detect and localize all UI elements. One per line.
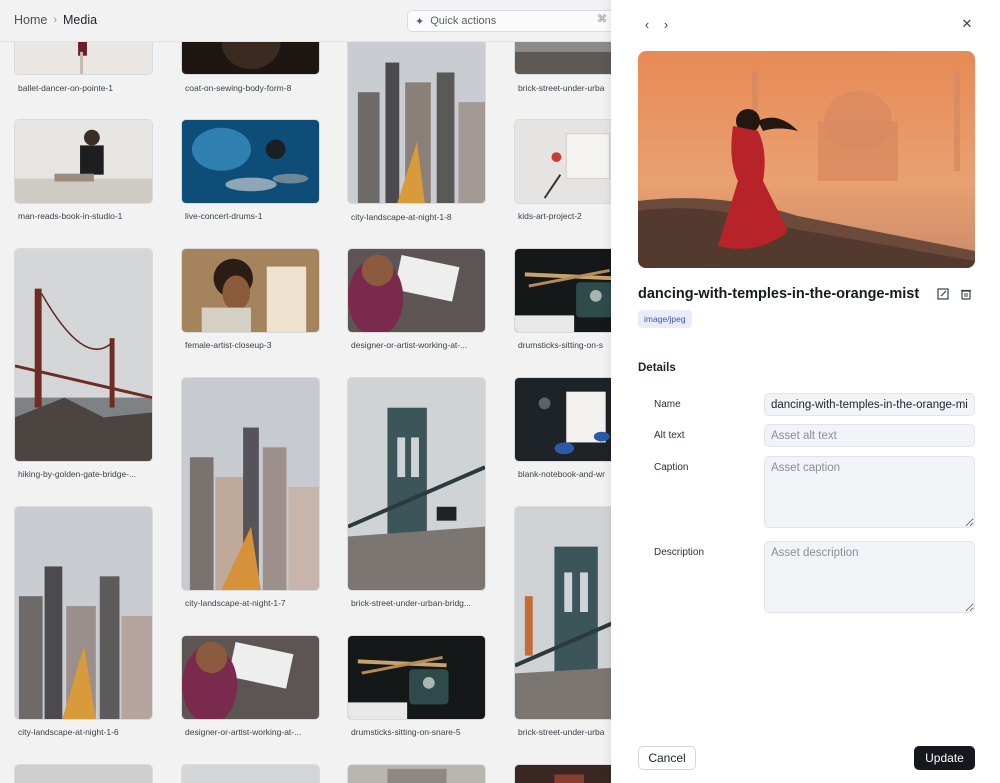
- media-caption: coat-on-sewing-body-form-8: [185, 83, 292, 93]
- asset-preview-image: [638, 51, 975, 268]
- media-caption: hiking-by-golden-gate-bridge-...: [18, 469, 137, 479]
- caption-field[interactable]: [764, 456, 975, 528]
- alt-text-field[interactable]: [764, 424, 975, 447]
- asset-details-drawer: ‹ › ✕ dancing-with-temples-in-the-orange…: [611, 0, 1000, 783]
- breadcrumb-current: Media: [63, 13, 98, 27]
- media-thumbnail: [347, 377, 486, 591]
- media-thumbnail: [14, 248, 153, 462]
- chevron-right-icon[interactable]: ›: [658, 16, 674, 32]
- media-thumbnail: [181, 42, 320, 75]
- media-thumbnail: [14, 764, 153, 783]
- breadcrumb: Home › Media: [14, 13, 97, 27]
- media-thumbnail: [514, 377, 612, 462]
- open-asset-icon[interactable]: [936, 287, 950, 301]
- details-heading: Details: [638, 362, 676, 374]
- chevron-right-icon: ›: [53, 14, 58, 26]
- command-icon: ⌘: [597, 14, 607, 25]
- name-label: Name: [654, 399, 681, 410]
- media-thumbnail: [181, 119, 320, 204]
- description-field[interactable]: [764, 541, 975, 613]
- media-thumbnail: [181, 764, 320, 783]
- media-thumbnail: [14, 119, 153, 204]
- asset-title: dancing-with-temples-in-the-orange-mist: [638, 286, 920, 302]
- media-thumbnail: [514, 764, 612, 783]
- close-icon[interactable]: ✕: [959, 16, 975, 32]
- media-thumbnail: [514, 119, 612, 204]
- media-thumbnail: [347, 635, 486, 720]
- media-caption: brick-street-under-urba: [518, 727, 605, 737]
- media-caption: city-landscape-at-night-1-7: [185, 598, 286, 608]
- media-thumbnail: [181, 377, 320, 591]
- mime-type-badge: image/jpeg: [638, 310, 692, 328]
- caption-label: Caption: [654, 462, 689, 473]
- media-caption: designer-or-artist-working-at-...: [185, 727, 302, 737]
- media-caption: drumsticks-sitting-on-s: [518, 340, 604, 350]
- media-caption: female-artist-closeup-3: [185, 340, 272, 350]
- trash-icon[interactable]: [959, 287, 973, 301]
- name-field[interactable]: [764, 393, 975, 416]
- media-caption: blank-notebook-and-wr: [518, 469, 605, 479]
- media-thumbnail: [514, 248, 612, 333]
- media-caption: kids-art-project-2: [518, 211, 582, 221]
- cancel-button[interactable]: Cancel: [638, 746, 696, 770]
- breadcrumb-home[interactable]: Home: [14, 13, 47, 27]
- media-thumbnail: [181, 635, 320, 720]
- sparkle-icon: ✦: [415, 15, 425, 28]
- media-caption: live-concert-drums-1: [185, 211, 263, 221]
- media-caption: city-landscape-at-night-1-8: [351, 212, 452, 222]
- chevron-left-icon[interactable]: ‹: [639, 16, 655, 32]
- media-thumbnail: [347, 764, 486, 783]
- media-caption: designer-or-artist-working-at-...: [351, 340, 468, 350]
- media-grid: ballet-dancer-on-pointe-1 coat-on-sewing…: [0, 42, 612, 783]
- description-label: Description: [654, 547, 705, 558]
- media-thumbnail: [514, 42, 612, 75]
- media-thumbnail: [181, 248, 320, 333]
- media-caption: ballet-dancer-on-pointe-1: [18, 83, 113, 93]
- media-thumbnail: [347, 248, 486, 333]
- quick-actions-label: Quick actions: [430, 15, 497, 27]
- update-button[interactable]: Update: [914, 746, 975, 770]
- media-thumbnail: [347, 42, 486, 204]
- quick-actions-button[interactable]: ✦ Quick actions ⌘: [407, 10, 627, 32]
- media-caption: man-reads-book-in-studio-1: [18, 211, 123, 221]
- media-caption: drumsticks-sitting-on-snare-5: [351, 727, 461, 737]
- alt-text-label: Alt text: [654, 430, 685, 441]
- media-thumbnail: [14, 42, 153, 75]
- media-caption: brick-street-under-urban-bridg...: [351, 598, 471, 608]
- media-thumbnail: [14, 506, 153, 720]
- media-caption: brick-street-under-urba: [518, 83, 605, 93]
- media-caption: city-landscape-at-night-1-6: [18, 727, 119, 737]
- media-thumbnail: [514, 506, 612, 720]
